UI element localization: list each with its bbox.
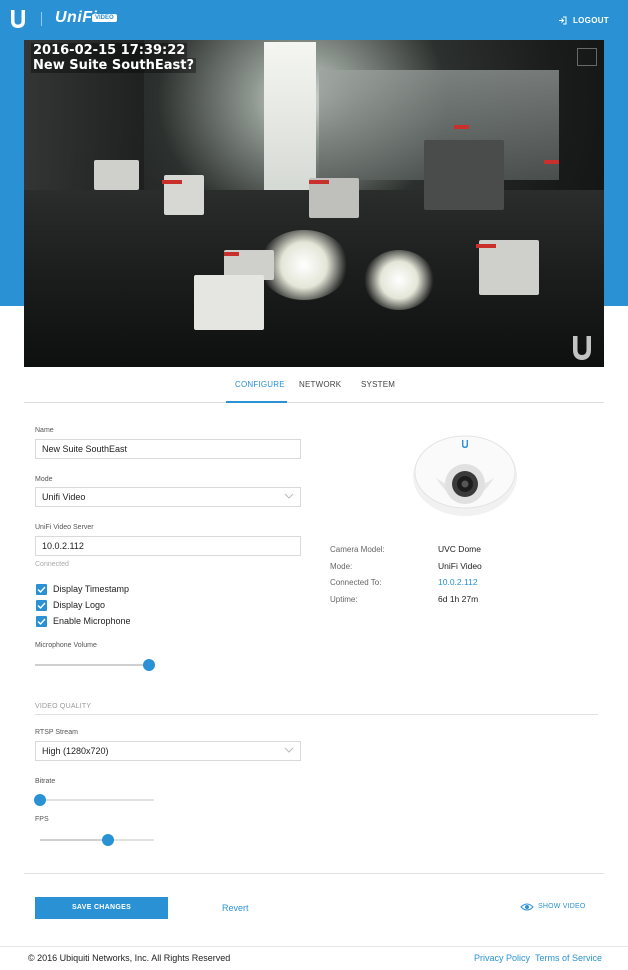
fps-label: FPS [35, 816, 49, 823]
connected-to-link[interactable]: 10.0.2.112 [438, 577, 478, 587]
camera-video-feed[interactable]: 2016-02-15 17:39:22 New Suite SouthEast? [24, 40, 604, 367]
mode-select[interactable]: Unifi Video [35, 487, 301, 507]
display-logo-checkbox[interactable] [36, 600, 47, 611]
privacy-policy-link[interactable]: Privacy Policy [474, 953, 530, 963]
enable-microphone-label: Enable Microphone [53, 616, 131, 626]
rtsp-stream-select[interactable]: High (1280x720) [35, 741, 301, 761]
uptime-key: Uptime: [330, 595, 358, 604]
settings-tabs: CONFIGURE NETWORK SYSTEM [24, 376, 604, 403]
mode-label: Mode [35, 476, 53, 483]
server-field[interactable]: 10.0.2.112 [35, 536, 301, 556]
video-camera-name-overlay: New Suite SouthEast? [31, 58, 197, 73]
mic-volume-label: Microphone Volume [35, 642, 97, 649]
server-status: Connected [35, 561, 69, 568]
fps-slider[interactable] [40, 834, 154, 846]
app-header: UniFi VIDEO LOGOUT [0, 0, 628, 40]
uptime-value: 6d 1h 27m [438, 594, 479, 604]
bitrate-label: Bitrate [35, 778, 56, 785]
rtsp-stream-label: RTSP Stream [35, 729, 78, 736]
video-scene-chair [224, 252, 239, 256]
video-scene-chair [162, 180, 182, 184]
name-field[interactable]: New Suite SouthEast [35, 439, 301, 459]
save-changes-button[interactable]: SAVE CHANGES [35, 897, 168, 919]
video-scene-desk [479, 240, 539, 295]
video-scene-chair [309, 180, 329, 184]
mode-select-value: Unifi Video [42, 492, 86, 502]
logout-label: LOGOUT [572, 16, 609, 25]
video-badge: VIDEO [92, 14, 117, 22]
fps-slider-fill [40, 839, 109, 841]
checkmark-icon [37, 586, 46, 594]
mic-volume-slider-fill [35, 664, 149, 666]
connected-to-key: Connected To: [330, 578, 382, 587]
chevron-down-icon [284, 493, 294, 499]
tab-network[interactable]: NETWORK [299, 380, 341, 389]
fps-slider-handle[interactable] [102, 834, 115, 846]
bitrate-slider-handle[interactable] [34, 794, 46, 806]
fullscreen-icon[interactable] [577, 48, 597, 66]
camera-model-value: UVC Dome [438, 544, 481, 554]
logo-divider [41, 12, 42, 26]
video-scene-desk [309, 178, 359, 218]
video-scene-window [264, 42, 316, 192]
video-timestamp-overlay: 2016-02-15 17:39:22 [31, 43, 188, 58]
mic-volume-slider[interactable] [35, 659, 155, 671]
bitrate-slider[interactable] [34, 794, 154, 806]
display-logo-label: Display Logo [53, 600, 106, 610]
checkmark-icon [37, 602, 46, 610]
display-timestamp-label: Display Timestamp [53, 584, 130, 594]
video-scene-desk [424, 140, 504, 210]
active-tab-indicator [226, 401, 287, 403]
revert-link[interactable]: Revert [222, 903, 249, 913]
rtsp-stream-value: High (1280x720) [42, 746, 109, 756]
eye-icon[interactable] [520, 902, 534, 912]
enable-microphone-checkbox[interactable] [36, 616, 47, 627]
divider [35, 714, 598, 715]
tab-system[interactable]: SYSTEM [361, 380, 395, 389]
tab-configure[interactable]: CONFIGURE [235, 380, 285, 389]
display-timestamp-checkbox[interactable] [36, 584, 47, 595]
video-scene-chair [454, 125, 469, 129]
mic-volume-slider-handle[interactable] [143, 659, 155, 671]
video-scene-desk [94, 160, 139, 190]
video-scene-chair [544, 160, 559, 164]
divider [24, 873, 604, 874]
camera-dome-image [413, 435, 517, 516]
copyright-text: © 2016 Ubiquiti Networks, Inc. All Right… [28, 953, 231, 963]
checkmark-icon [37, 618, 46, 626]
video-quality-heading: VIDEO QUALITY [35, 703, 92, 710]
terms-of-service-link[interactable]: Terms of Service [535, 953, 602, 963]
mode-value: UniFi Video [438, 561, 482, 571]
chevron-down-icon [284, 747, 294, 753]
camera-model-key: Camera Model: [330, 545, 385, 554]
video-scene-chair [476, 244, 496, 248]
name-label: Name [35, 427, 54, 434]
mode-key: Mode: [330, 562, 353, 571]
video-scene-desk [194, 275, 264, 330]
video-scene-light [364, 250, 434, 310]
server-label: UniFi Video Server [35, 524, 94, 531]
logout-button[interactable]: LOGOUT [558, 16, 609, 25]
footer-divider [0, 946, 628, 947]
ubiquiti-logo-icon[interactable] [9, 9, 27, 29]
ubiquiti-watermark-icon [573, 336, 591, 360]
logout-icon [558, 16, 567, 25]
show-video-button[interactable]: SHOW VIDEO [538, 903, 586, 910]
